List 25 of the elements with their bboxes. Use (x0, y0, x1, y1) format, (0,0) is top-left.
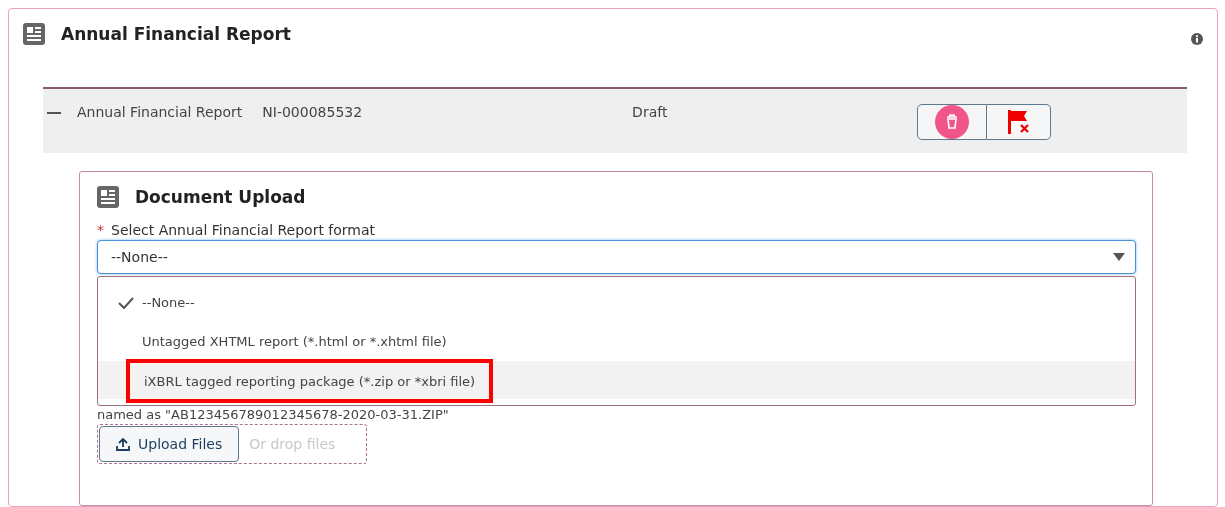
upload-icon (116, 437, 130, 451)
file-name-hint: named as "AB123456789012345678-2020-03-31.ZIP" (97, 407, 450, 422)
dropdown-option[interactable]: Untagged XHTML report (*.html or *.xhtml file) (98, 322, 1135, 361)
required-mark: * (97, 222, 104, 238)
trash-icon (935, 105, 970, 139)
panel-title: Document Upload (135, 187, 306, 207)
field-label: Select Annual Financial Report format (111, 222, 376, 238)
record-number: NI-000085532 (262, 104, 363, 120)
option-label: --None-- (142, 295, 195, 310)
flag-x-icon (1005, 109, 1032, 135)
option-label: Untagged XHTML report (*.html or *.xhtml file) (142, 334, 447, 349)
dropdown-caret-icon (1113, 253, 1125, 261)
unflag-button[interactable] (987, 104, 1052, 140)
document-icon (23, 23, 45, 45)
document-icon (97, 186, 119, 208)
dropdown-option[interactable]: --None-- (98, 283, 1135, 322)
record-name: Annual Financial Report (77, 104, 243, 120)
info-icon[interactable] (1191, 33, 1203, 45)
option-label: iXBRL tagged reporting package (*.zip or *xbri file) (144, 373, 476, 389)
check-icon (118, 296, 134, 309)
record-status: Draft (632, 104, 668, 120)
upload-files-button[interactable]: Upload Files (99, 426, 240, 462)
format-select[interactable]: --None-- (97, 240, 1136, 274)
card-title: Annual Financial Report (61, 24, 291, 44)
delete-button[interactable] (917, 104, 988, 140)
